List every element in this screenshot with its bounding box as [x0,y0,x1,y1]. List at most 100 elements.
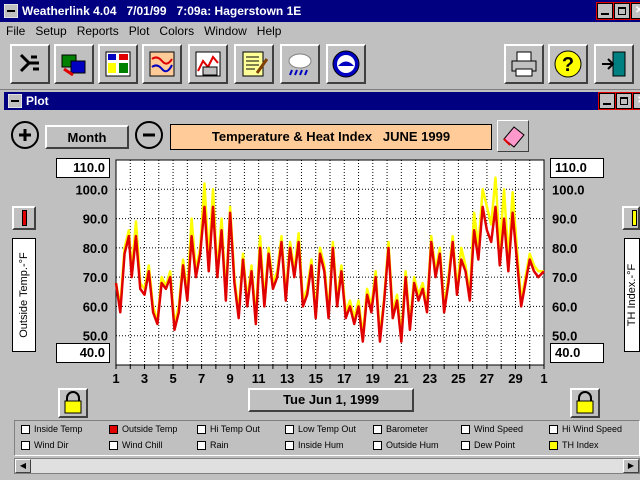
zoom-out-button[interactable] [134,120,164,150]
legend-item-dew-point[interactable]: Dew Point [461,440,516,451]
legend-item-th-index[interactable]: TH Index [549,440,599,451]
legend-checkbox[interactable] [109,441,118,451]
plot-system-menu-icon[interactable] [8,94,22,108]
zoom-in-button[interactable] [10,120,40,150]
horizontal-scrollbar[interactable]: ◀ ▶ [14,458,640,474]
x-tick-label: 23 [423,371,437,384]
legend-item-barometer[interactable]: Barometer [373,424,428,435]
legend-item-wind-dir[interactable]: Wind Dir [21,440,69,451]
x-tick-label: 21 [394,371,408,384]
legend-checkbox[interactable] [21,441,30,451]
menu-bar: File Setup Reports Plot Colors Window He… [0,22,640,40]
legend-label: Hi Wind Speed [562,424,623,434]
minimize-button[interactable] [596,2,614,20]
legend-label: Low Temp Out [298,424,356,434]
x-tick-label: 27 [480,371,494,384]
legend-item-wind-speed[interactable]: Wind Speed [461,424,524,435]
maximize-button[interactable] [613,2,631,20]
legend-checkbox[interactable] [285,441,294,451]
x-tick-label: 13 [280,371,294,384]
menu-plot[interactable]: Plot [129,24,150,38]
legend-item-outside-hum[interactable]: Outside Hum [373,440,439,451]
forecast-icon [288,53,312,76]
clear-plot-button[interactable] [497,120,529,152]
bulletin-icon [105,51,131,77]
menu-window[interactable]: Window [204,24,247,38]
legend-item-hi-wind-speed[interactable]: Hi Wind Speed [549,424,623,435]
print-button[interactable] [504,44,544,84]
plot-maximize-button[interactable] [615,92,633,110]
transfer-button[interactable] [54,44,94,84]
legend-checkbox[interactable] [285,425,294,435]
legend-checkbox[interactable] [21,425,30,435]
right-lock-button[interactable] [570,388,600,418]
legend-label: Rain [210,440,229,450]
app-title: Weatherlink 4.04 7/01/99 7:09a: Hagersto… [22,4,302,18]
legend-checkbox[interactable] [197,425,206,435]
x-tick-label: 29 [508,371,522,384]
plot-window-title: Plot [26,94,49,108]
notes-button[interactable] [234,44,274,84]
x-tick-label: 1 [540,371,547,384]
noaa-button[interactable] [326,44,366,84]
padlock-icon [576,391,594,414]
y-tick-label-left: 90.0 [83,212,108,227]
legend-item-inside-temp[interactable]: Inside Temp [21,424,82,435]
plot-title-bar: Plot ✕ [4,92,640,110]
transfer-icon [61,54,86,77]
menu-help[interactable]: Help [257,24,282,38]
legend-checkbox[interactable] [109,425,118,435]
temperature-chart: 100.0 100.0 90.0 90.0 80.0 80.0 70.0 70.0 60.0 60… [75,159,585,384]
x-tick-label: 17 [337,371,351,384]
svg-text:?: ? [562,54,574,76]
bulletin-button[interactable] [98,44,138,84]
legend-checkbox[interactable] [549,441,558,451]
plot-close-button[interactable]: ✕ [632,92,640,110]
legend-label: Hi Temp Out [210,424,260,434]
plot-button[interactable] [188,44,228,84]
summary-icon [149,51,175,77]
legend-checkbox[interactable] [461,441,470,451]
legend-item-low-temp-out[interactable]: Low Temp Out [285,424,356,435]
legend-checkbox[interactable] [197,441,206,451]
app-title-bar: Weatherlink 4.04 7/01/99 7:09a: Hagersto… [0,0,640,22]
system-menu-icon[interactable] [4,4,18,18]
menu-file[interactable]: File [6,24,25,38]
legend-label: Wind Speed [474,424,524,434]
x-tick-label: 3 [141,371,148,384]
month-button[interactable]: Month [45,125,129,149]
legend-item-outside-temp[interactable]: Outside Temp [109,424,177,435]
legend-checkbox[interactable] [373,441,382,451]
legend-checkbox[interactable] [549,425,558,435]
legend-item-wind-chill[interactable]: Wind Chill [109,440,163,451]
legend-item-rain[interactable]: Rain [197,440,229,451]
menu-reports[interactable]: Reports [77,24,119,38]
legend-item-hi-temp-out[interactable]: Hi Temp Out [197,424,260,435]
x-tick-label: 11 [252,371,266,384]
date-button[interactable]: Tue Jun 1, 1999 [248,388,414,412]
legend-label: TH Index [562,440,599,450]
legend-label: Dew Point [474,440,516,450]
x-tick-label: 7 [198,371,205,384]
left-lock-button[interactable] [58,388,88,418]
scroll-left-arrow-icon[interactable]: ◀ [15,459,31,473]
plot-heading: Temperature & Heat Index JUNE 1999 [170,124,492,150]
scroll-right-arrow-icon[interactable]: ▶ [623,459,639,473]
legend-checkbox[interactable] [461,425,470,435]
menu-colors[interactable]: Colors [159,24,194,38]
help-button[interactable]: ? [548,44,588,84]
close-button[interactable]: ✕ [630,2,640,20]
forecast-button[interactable] [280,44,320,84]
y-tick-label-left: 100.0 [75,182,108,197]
legend-item-inside-hum[interactable]: Inside Hum [285,440,344,451]
plot-minimize-button[interactable] [598,92,616,110]
station-button[interactable] [10,44,50,84]
exit-button[interactable] [594,44,634,84]
menu-setup[interactable]: Setup [35,24,66,38]
station-icon [19,53,39,73]
maximize-icon [620,97,628,105]
minimize-icon [603,97,611,105]
summary-button[interactable] [142,44,182,84]
legend-label: Outside Hum [386,440,439,450]
legend-checkbox[interactable] [373,425,382,435]
